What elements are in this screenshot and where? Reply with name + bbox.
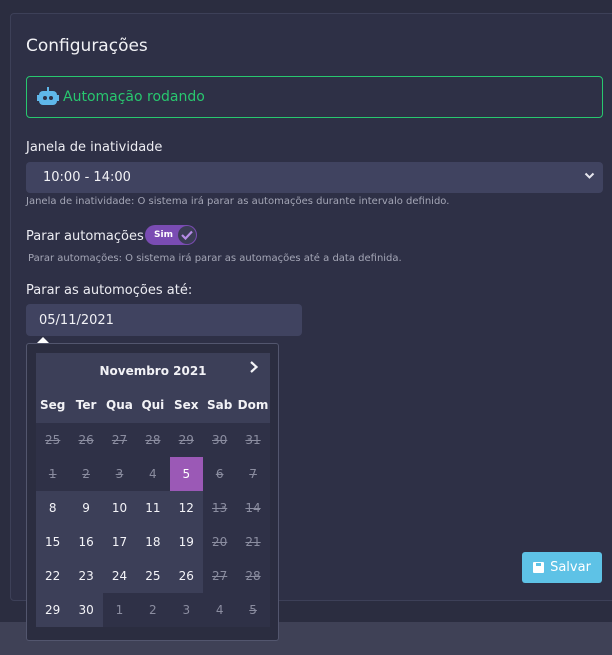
stop-automations-label: Parar automações [26,229,144,244]
toggle-label: Sim [154,230,173,240]
calendar-day[interactable]: 11 [136,491,170,525]
calendar-day[interactable]: 16 [69,525,103,559]
calendar-day: 13 [202,491,237,525]
calendar-day[interactable]: 5 [169,457,203,491]
calendar-day[interactable]: 25 [136,559,170,593]
automation-status-banner: Automação rodando [26,76,603,118]
calendar-day: 5 [236,593,270,627]
calendar-day: 28 [136,423,170,457]
automation-status-text: Automação rodando [63,89,205,105]
calendar-day[interactable]: 10 [102,491,137,525]
weekday-qui: Qui [141,398,165,412]
inactivity-window-label: Janela de inatividade [26,140,163,155]
calendar-day: 3 [169,593,203,627]
calendar-day[interactable]: 15 [36,525,70,559]
calendar-day: 2 [136,593,170,627]
calendar-day[interactable]: 22 [36,559,70,593]
save-button[interactable]: Salvar [522,552,602,583]
calendar-day[interactable]: 8 [36,491,70,525]
calendar-day: 3 [102,457,137,491]
calendar-day[interactable]: 18 [136,525,170,559]
stop-automations-help: Parar automações: O sistema irá parar as… [28,253,402,264]
stop-until-label: Parar as automoções até: [26,283,193,298]
weekday-dom: Dom [237,398,269,412]
calendar-day: 2 [69,457,103,491]
calendar-day[interactable]: 23 [69,559,103,593]
calendar-day: 26 [69,423,103,457]
weekday-ter: Ter [75,398,97,412]
calendar-day[interactable]: 24 [102,559,137,593]
weekday-seg: Seg [40,398,66,412]
calendar-day: 1 [36,457,70,491]
calendar-day[interactable]: 17 [102,525,137,559]
page-title: Configurações [26,36,148,56]
inactivity-window-select[interactable]: 10:00 - 14:00 [26,162,603,193]
inactivity-window-help: Janela de inatividade: O sistema irá par… [26,196,450,207]
weekday-sex: Sex [173,398,199,412]
save-button-label: Salvar [550,560,591,575]
calendar-day[interactable]: 19 [169,525,203,559]
calendar-day[interactable]: 30 [69,593,103,627]
calendar-day: 31 [236,423,270,457]
calendar-day: 4 [136,457,170,491]
inactivity-window-value: 10:00 - 14:00 [43,170,131,185]
calendar-day[interactable]: 26 [169,559,203,593]
save-icon [533,562,545,573]
calendar-day: 28 [236,559,270,593]
calendar-day: 25 [36,423,70,457]
stop-until-date-input[interactable]: 05/11/2021 [26,304,302,336]
calendar-day: 1 [102,593,137,627]
calendar-day: 30 [202,423,237,457]
calendar-day[interactable]: 29 [36,593,70,627]
chevron-right-icon[interactable] [247,359,261,379]
weekday-sab: Sab [206,398,233,412]
datepicker-month-title: Novembro 2021 [99,364,207,378]
calendar-day: 29 [169,423,203,457]
calendar-day: 21 [236,525,270,559]
stop-automations-toggle[interactable]: Sim [145,225,197,245]
calendar-day: 27 [102,423,137,457]
calendar-day: 14 [236,491,270,525]
calendar-day: 6 [202,457,237,491]
stop-until-date-value: 05/11/2021 [39,312,114,328]
calendar-day: 4 [202,593,237,627]
weekday-qua: Qua [106,398,133,412]
calendar-day: 20 [202,525,237,559]
calendar-day: 27 [202,559,237,593]
datepicker: Novembro 2021 Seg Ter Qua Qui Sex Sab Dom 25 26… [26,343,279,641]
datepicker-day-grid: 25 26 27 28 29 30 31 1 2 3 4 5 6 7 8 9 10 11 12 13 14 15 16 17 1… [36,423,270,627]
check-icon [178,226,196,244]
chevron-down-icon [584,170,595,184]
calendar-day[interactable]: 9 [69,491,103,525]
calendar-day[interactable]: 12 [169,491,203,525]
robot-icon [37,87,59,107]
datepicker-weekdays: Seg Ter Qua Qui Sex Sab Dom [36,398,270,412]
calendar-day: 7 [236,457,270,491]
